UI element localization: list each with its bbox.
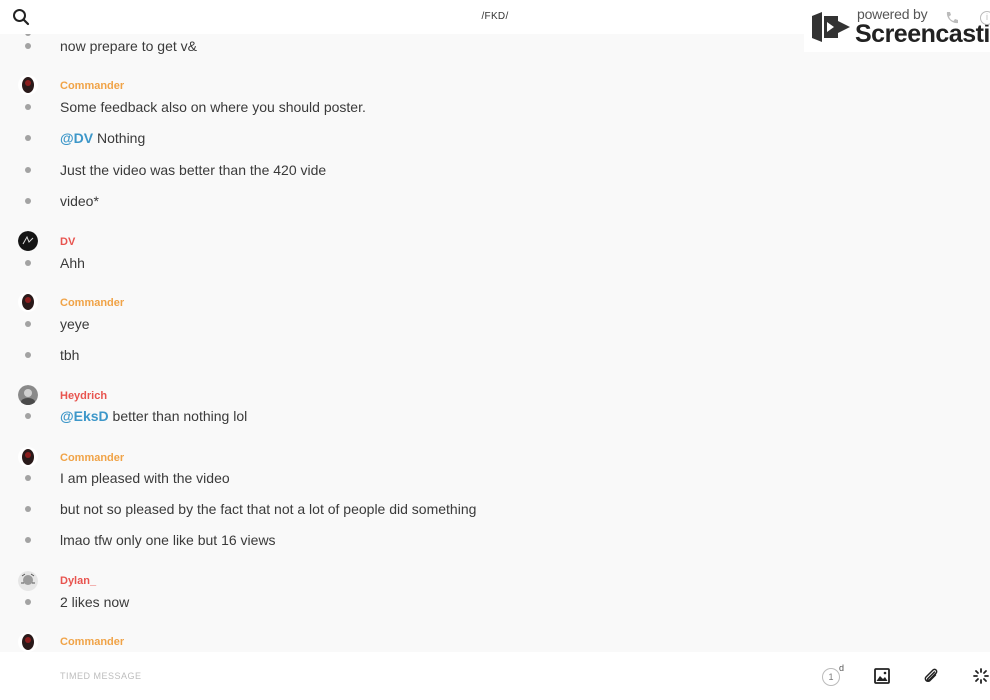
message-text: lmao tfw only one like but 16 views bbox=[60, 532, 276, 548]
timer-icon: 1 bbox=[822, 668, 840, 686]
bullet bbox=[25, 506, 31, 512]
loading-icon[interactable] bbox=[972, 667, 990, 685]
bullet bbox=[25, 135, 31, 141]
avatar-commander[interactable] bbox=[18, 75, 38, 95]
message-text: 2 likes now bbox=[60, 594, 130, 610]
username[interactable]: Commander bbox=[60, 80, 124, 92]
message-body: Nothing bbox=[93, 130, 146, 146]
avatar-heydrich[interactable] bbox=[18, 385, 38, 405]
bullet bbox=[25, 167, 31, 173]
paperclip-icon[interactable] bbox=[922, 667, 940, 685]
bullet bbox=[25, 321, 31, 327]
message-text: I am pleased with the video bbox=[60, 470, 230, 486]
message-text: @EksD better than nothing lol bbox=[60, 408, 247, 424]
message-text: video* bbox=[60, 193, 99, 209]
screencastify-watermark: powered by Screencastify i bbox=[804, 2, 990, 52]
username[interactable]: Commander bbox=[60, 297, 124, 309]
timer-unit: d bbox=[839, 663, 845, 673]
message-text: @DV Nothing bbox=[60, 130, 145, 146]
bullet bbox=[25, 104, 31, 110]
mention-link[interactable]: @DV bbox=[60, 130, 93, 146]
username[interactable]: Commander bbox=[60, 636, 124, 648]
bullet bbox=[25, 198, 31, 204]
username[interactable]: Commander bbox=[60, 452, 124, 464]
bullet bbox=[25, 475, 31, 481]
avatar-dylan[interactable] bbox=[18, 571, 38, 591]
phone-icon[interactable] bbox=[944, 10, 960, 26]
bullet bbox=[25, 260, 31, 266]
message-text: Some feedback also on where you should p… bbox=[60, 99, 366, 115]
info-icon[interactable]: i bbox=[980, 11, 990, 25]
avatar-commander[interactable] bbox=[18, 292, 38, 312]
mention-link[interactable]: @EksD bbox=[60, 408, 109, 424]
bullet bbox=[25, 413, 31, 419]
image-icon[interactable] bbox=[873, 667, 891, 685]
bullet bbox=[25, 599, 31, 605]
watermark-brand: Screencastify bbox=[855, 20, 990, 48]
message-feed: now prepare to get v& Commander Some fee… bbox=[0, 0, 990, 652]
message-text: tbh bbox=[60, 347, 80, 363]
screencastify-logo-icon bbox=[808, 8, 854, 46]
username[interactable]: DV bbox=[60, 236, 75, 248]
timer-button[interactable]: 1 d bbox=[822, 663, 845, 686]
message-body: better than nothing lol bbox=[108, 408, 248, 424]
avatar-dv[interactable] bbox=[18, 231, 38, 251]
bullet bbox=[25, 43, 31, 49]
bullet bbox=[25, 352, 31, 358]
username[interactable]: Dylan_ bbox=[60, 575, 96, 587]
message-text: now prepare to get v& bbox=[60, 38, 197, 54]
avatar-commander[interactable] bbox=[18, 447, 38, 467]
composer-bar: 1 d bbox=[0, 652, 990, 700]
bullet bbox=[25, 537, 31, 543]
message-text: Just the video was better than the 420 v… bbox=[60, 162, 327, 178]
message-text: but not so pleased by the fact that not … bbox=[60, 501, 477, 517]
message-input[interactable] bbox=[60, 666, 660, 686]
avatar-commander[interactable] bbox=[18, 632, 38, 652]
username[interactable]: Heydrich bbox=[60, 390, 107, 402]
message-text: yeye bbox=[60, 316, 90, 332]
message-text: Ahh bbox=[60, 255, 85, 271]
